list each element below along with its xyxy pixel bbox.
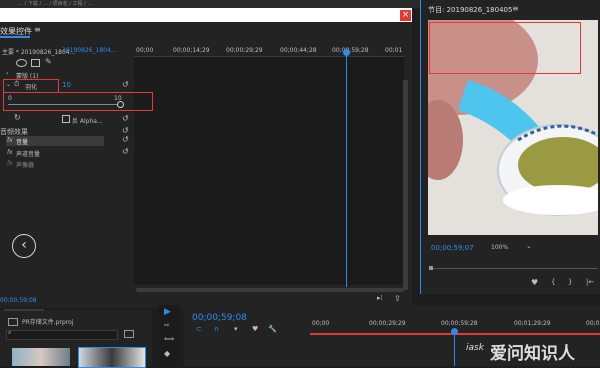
back-circle-button[interactable]: ‹ xyxy=(12,234,36,258)
mask-outline[interactable] xyxy=(429,22,581,74)
volume-label: 音量 xyxy=(16,139,29,146)
ruler-tick: 00;00;14;29 xyxy=(173,47,210,54)
feather-chevron-icon[interactable]: ⌄ xyxy=(6,81,11,88)
stopwatch-icon[interactable]: ⏱ xyxy=(14,80,19,89)
rectangle-mask-icon[interactable] xyxy=(31,59,40,67)
track-select-icon[interactable]: ⇨ xyxy=(164,321,170,329)
window-title: … / 下载 / … / 项目名 / 工程 / … xyxy=(18,1,93,7)
feather-label: 羽化 xyxy=(25,84,38,91)
selection-tool-icon[interactable]: ▶ xyxy=(164,307,171,317)
ruler-tick: 00;00 xyxy=(136,47,154,54)
ripple-edit-icon[interactable]: ⟺ xyxy=(164,335,174,343)
effects-timeline-area xyxy=(134,57,404,285)
effects-scrollbar[interactable] xyxy=(403,80,408,290)
ruler-tick: 00;00;59;28 xyxy=(332,47,369,54)
project-file-name: PR存储文件.prproj xyxy=(22,319,74,326)
media-thumbnail-2[interactable] xyxy=(78,347,146,368)
snap-icon[interactable]: ⊂ xyxy=(196,325,202,333)
program-timecode[interactable]: 00;00;59;07 xyxy=(431,244,474,252)
invert-label: 反 Alpha... xyxy=(72,118,103,125)
effects-hscrollbar[interactable] xyxy=(136,288,404,292)
close-button[interactable]: × xyxy=(400,10,411,21)
fx-icon: fx xyxy=(7,160,13,167)
timeline-ruler-tick: 00;01;29;29 xyxy=(514,320,551,327)
reset-volume-icon[interactable]: ↺ xyxy=(122,135,129,144)
ruler-tick: 00;00;44;28 xyxy=(280,47,317,54)
zoom-select[interactable]: 100% xyxy=(491,244,508,251)
watermark-brand: iask xyxy=(466,343,484,353)
ellipse-mask-icon[interactable] xyxy=(16,59,27,67)
mark-out-icon[interactable]: } xyxy=(568,278,572,286)
effects-timecode[interactable]: 00;00;59;08 xyxy=(0,297,37,304)
search-input[interactable] xyxy=(6,330,118,340)
slider-min-label: 0 xyxy=(8,95,12,102)
feather-slider-highlight xyxy=(3,92,153,111)
go-to-in-icon[interactable]: |← xyxy=(586,278,594,286)
program-scrub-bar[interactable] xyxy=(430,268,598,269)
feather-value[interactable]: 10 xyxy=(62,81,71,89)
add-marker-icon[interactable]: ♥ xyxy=(531,278,538,287)
mask-expand-chevron-icon[interactable]: › xyxy=(6,70,8,77)
panel-title-underline xyxy=(0,36,30,38)
dialog-strip xyxy=(0,8,412,22)
filter-icon[interactable]: ▸⁞ xyxy=(377,294,383,302)
reset-channel-volume-icon[interactable]: ↺ xyxy=(122,147,129,156)
program-scrub-handle[interactable] xyxy=(429,266,433,270)
sequence-clip-label[interactable]: 20190826_1804... xyxy=(62,47,117,54)
keyframe-stopwatch-icon[interactable]: ↻ xyxy=(14,113,21,122)
reset-feather-icon[interactable]: ↺ xyxy=(122,80,129,89)
project-tab-underline xyxy=(4,309,44,311)
panel-menu-icon[interactable]: ≡ xyxy=(34,25,41,34)
timeline-ruler-tick: 00;00 xyxy=(312,320,330,327)
timeline-ruler-tick: 00;00;59;28 xyxy=(441,320,478,327)
wrench-icon[interactable]: 🔧 xyxy=(268,325,277,333)
feather-slider-track[interactable] xyxy=(8,104,120,105)
add-marker-icon[interactable]: ▾ xyxy=(234,325,238,333)
chevron-down-icon[interactable]: ⌄ xyxy=(526,242,532,250)
watermark-text: 爱问知识人 xyxy=(490,344,575,364)
watermark-logo: 爱问知识人 iask xyxy=(462,335,600,365)
linked-selection-icon[interactable]: ∩ xyxy=(214,325,219,333)
timeline-timecode[interactable]: 00;00;59;08 xyxy=(192,313,247,323)
search-icon: ⌕ xyxy=(8,329,12,336)
timeline-ruler-tick: 00;00;29;29 xyxy=(369,320,406,327)
media-thumbnail-1[interactable] xyxy=(12,348,70,366)
effects-playhead-line xyxy=(346,55,347,287)
panner-label: 声像器 xyxy=(16,162,35,169)
channel-volume-label: 声道音量 xyxy=(16,151,41,158)
timeline-playhead-marker[interactable] xyxy=(451,328,458,335)
program-monitor-title: 节目: 20190826_180405 xyxy=(428,6,513,14)
export-icon[interactable]: ⇪ xyxy=(394,294,401,303)
reset-invert-icon[interactable]: ↺ xyxy=(122,114,129,123)
feather-slider-thumb[interactable] xyxy=(117,101,124,108)
ruler-tick: 00;01 xyxy=(385,47,403,54)
panel-menu-icon[interactable]: ≡ xyxy=(512,4,519,13)
marker-icon[interactable]: ♥ xyxy=(252,325,258,333)
razor-tool-icon[interactable]: ◆ xyxy=(164,349,170,358)
ruler-tick: 00;00;29;29 xyxy=(226,47,263,54)
folder-icon[interactable] xyxy=(8,318,18,326)
new-bin-icon[interactable] xyxy=(124,330,134,338)
reset-audio-icon[interactable]: ↺ xyxy=(122,126,129,135)
mark-in-icon[interactable]: { xyxy=(551,278,555,286)
timeline-ruler-tick: 00;0 xyxy=(586,320,600,327)
pen-mask-icon[interactable]: ✎ xyxy=(45,57,52,66)
fx-icon: fx xyxy=(7,137,13,144)
fx-icon: fx xyxy=(7,149,13,156)
timeline-playhead-line xyxy=(454,335,455,366)
invert-checkbox[interactable] xyxy=(62,115,70,123)
